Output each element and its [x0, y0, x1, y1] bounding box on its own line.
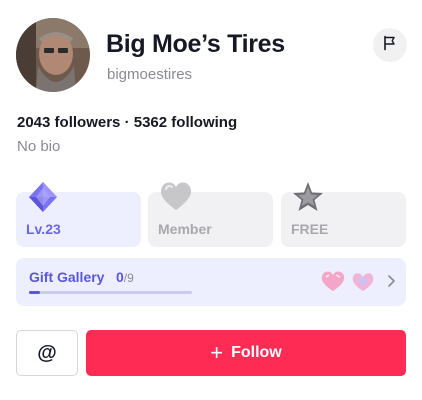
- level-label: Lv.23: [26, 221, 61, 237]
- gift-rose-icon: [352, 273, 374, 291]
- gift-progress-fill: [29, 291, 41, 294]
- follow-label: Follow: [231, 344, 282, 361]
- following-count[interactable]: 5362: [134, 114, 167, 131]
- gift-gallery[interactable]: Gift Gallery 0/9: [16, 258, 406, 306]
- heart-icon: [158, 180, 194, 217]
- avatar[interactable]: [16, 18, 90, 92]
- member-label: Member: [158, 221, 212, 237]
- bio-text: No bio: [17, 138, 61, 155]
- gift-total: /9: [123, 271, 134, 285]
- followers-count[interactable]: 2043: [17, 114, 50, 131]
- stats-separator: ·: [124, 114, 130, 131]
- member-card[interactable]: Member: [148, 182, 273, 247]
- gift-progress-bar: [29, 291, 192, 294]
- profile-name: Big Moe’s Tires: [106, 30, 285, 58]
- following-label: following: [171, 114, 238, 131]
- gift-icons: [319, 269, 375, 300]
- report-button[interactable]: [373, 28, 407, 62]
- free-label: FREE: [291, 221, 329, 237]
- gift-collected: 0: [116, 269, 124, 285]
- level-card[interactable]: Lv.23: [16, 182, 141, 247]
- star-icon: [291, 180, 325, 219]
- follow-stats: 2043 followers · 5362 following: [17, 114, 237, 131]
- gift-gallery-count: 0/9: [116, 269, 134, 285]
- profile-handle: bigmoestires: [107, 66, 193, 83]
- plus-icon: +: [210, 340, 224, 365]
- flag-icon: [382, 35, 398, 56]
- chevron-right-icon: [386, 274, 396, 293]
- mention-button[interactable]: @: [16, 330, 78, 376]
- free-card[interactable]: FREE: [281, 182, 406, 247]
- gift-gallery-title: Gift Gallery: [29, 269, 105, 285]
- follow-button[interactable]: + Follow: [86, 330, 406, 376]
- gift-heart-icon: [321, 271, 345, 291]
- diamond-icon: [26, 180, 60, 219]
- followers-label: followers: [54, 114, 121, 131]
